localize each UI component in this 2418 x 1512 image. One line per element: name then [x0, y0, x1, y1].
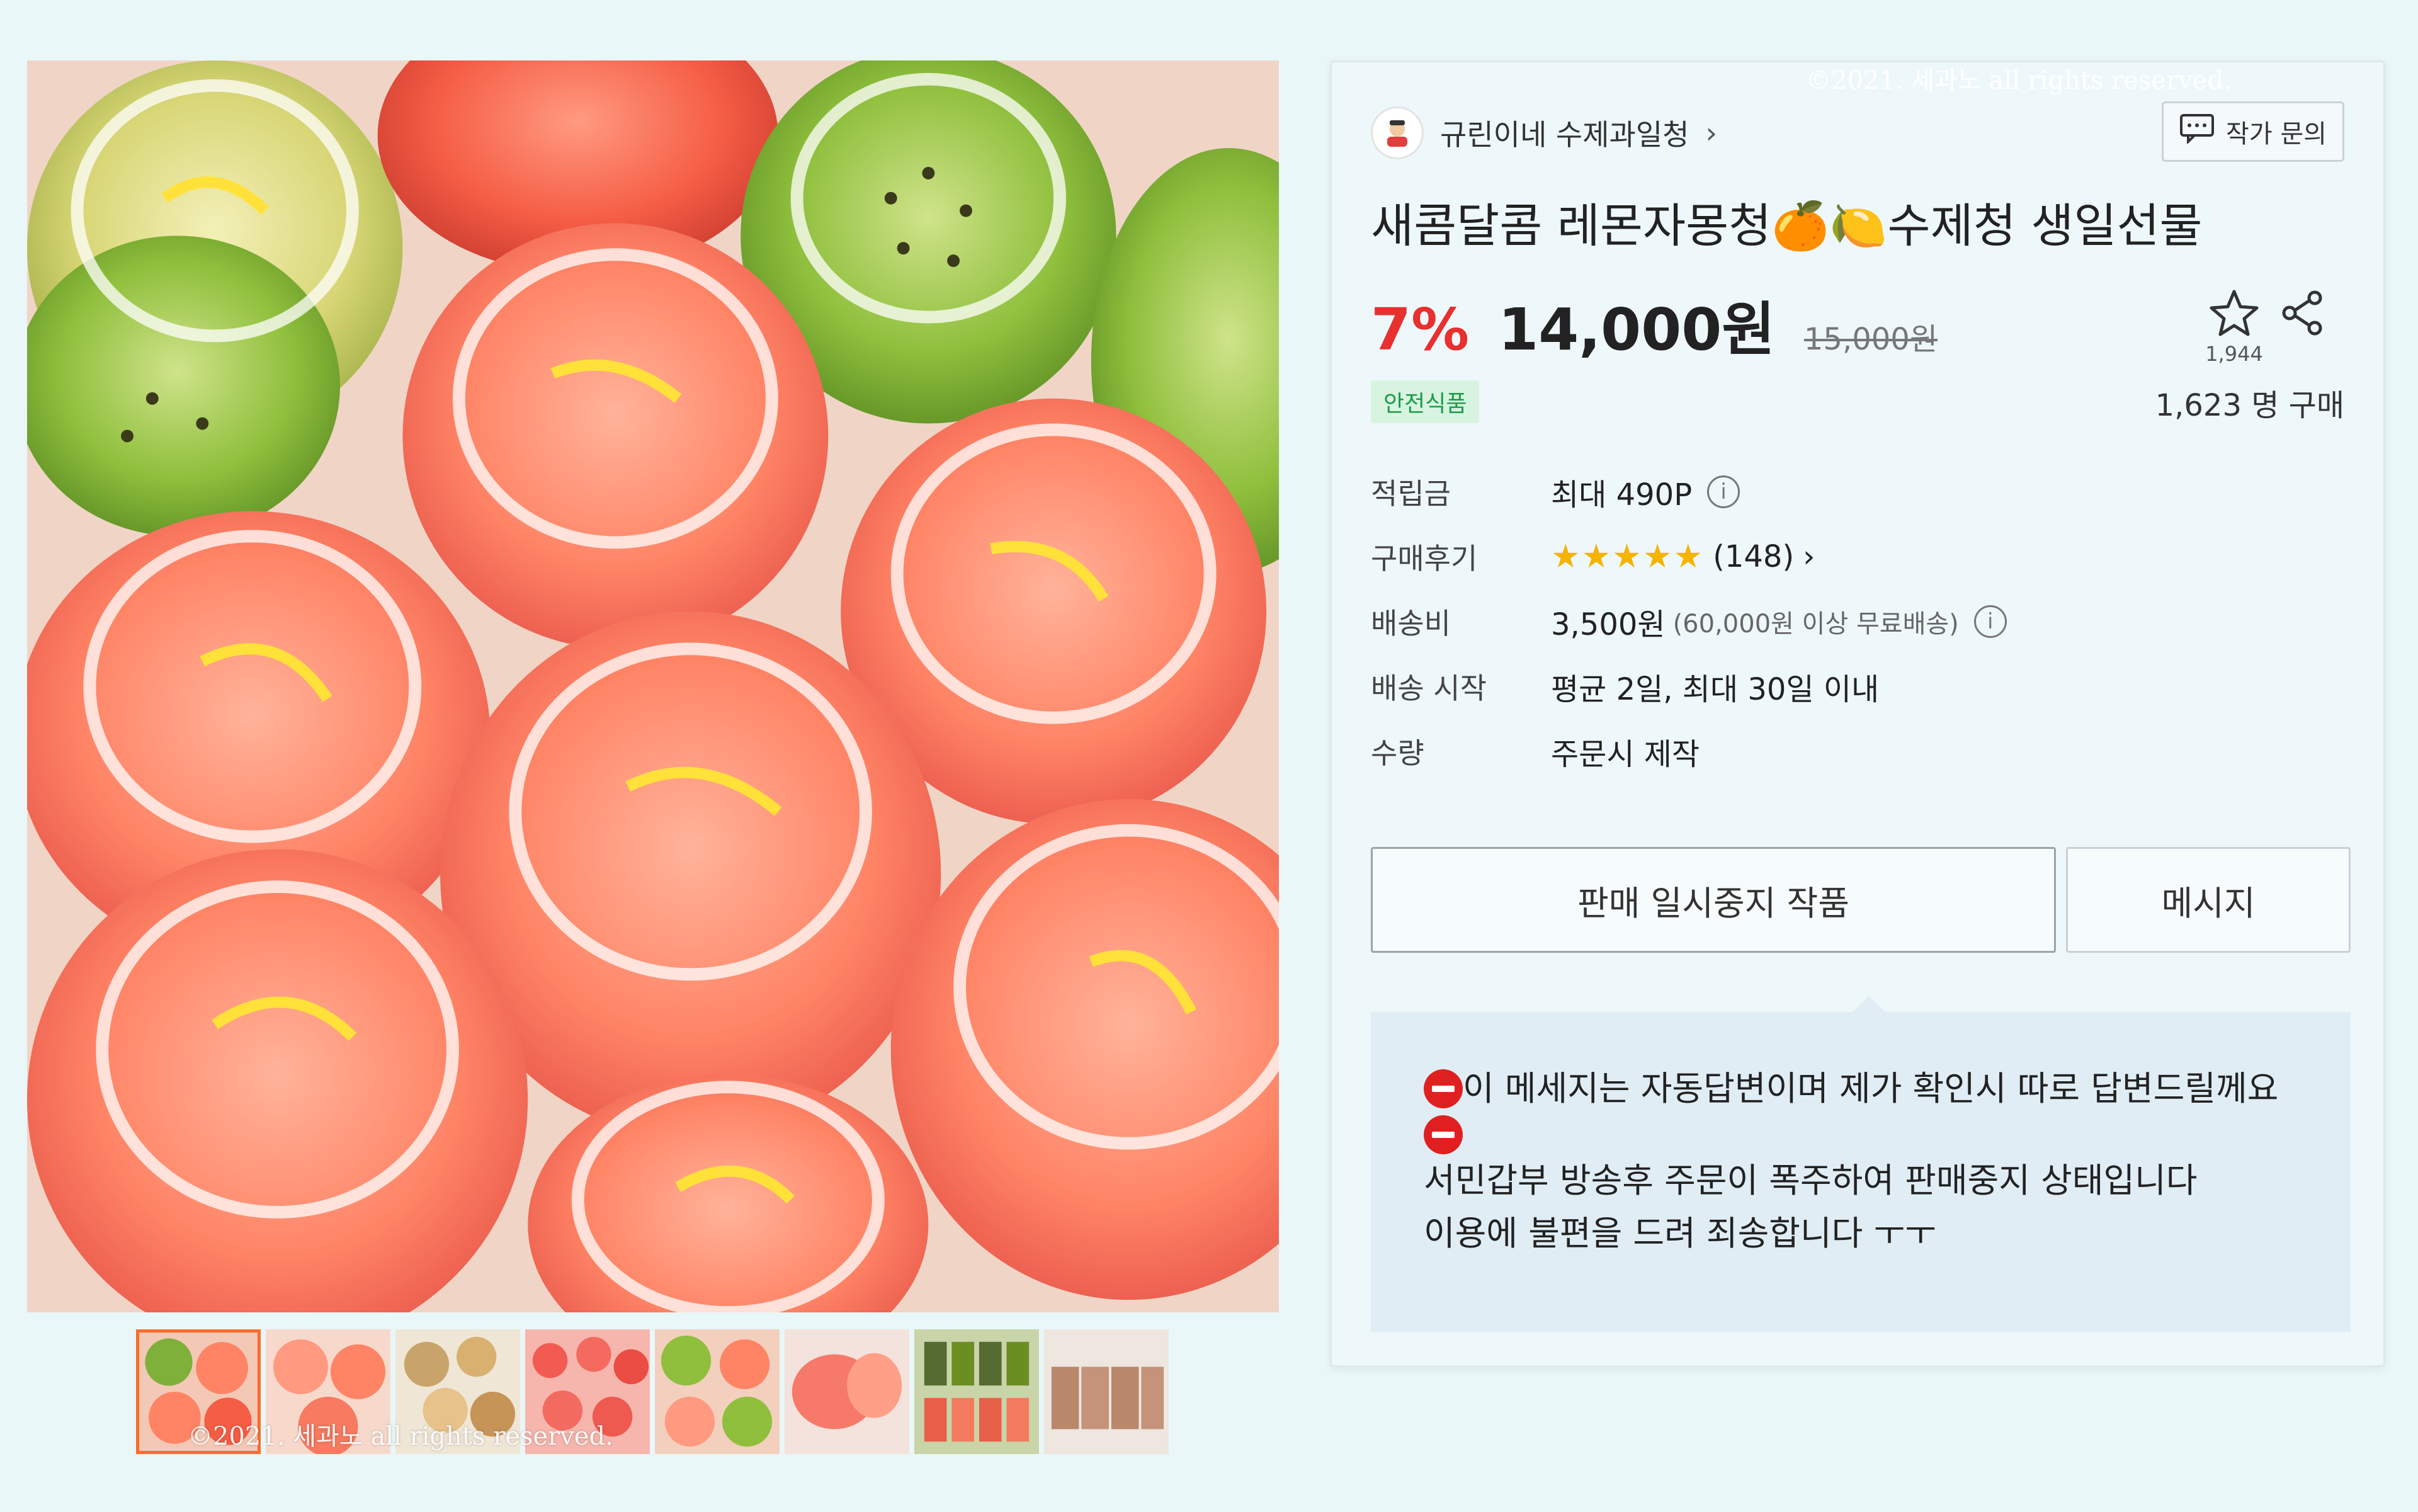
shop-logo: [1371, 106, 1424, 159]
thumbnail-5[interactable]: [655, 1329, 780, 1454]
share-icon: [2281, 290, 2325, 339]
points-label: 적립금: [1371, 476, 1451, 511]
review-row: 구매후기 ★★★★★ (148) ›: [1371, 524, 2007, 589]
shipping-value-wrap: 3,500원 (60,000원 이상 무료배송) i: [1551, 600, 2007, 644]
price-row: 7% 14,000원 15,000원: [1371, 283, 1938, 367]
favorite-button[interactable]: 1,944: [2203, 289, 2266, 366]
quantity-row: 수량 주문시 제작: [1371, 719, 2007, 783]
shipping-label: 배송비: [1371, 606, 1451, 640]
product-title: 새콤달콤 레몬자몽청🍊🍋수제청 생일선물: [1371, 199, 2203, 253]
chat-icon: [2179, 113, 2215, 150]
review-link[interactable]: ★★★★★ (148) ›: [1551, 538, 1815, 576]
points-row: 적립금 최대 490P i: [1371, 459, 2007, 524]
auto-reply-notice: 이 메세지는 자동답변이며 제가 확인시 따로 답변드릴께요 서민갑부 방송후 …: [1371, 996, 2351, 1332]
shipping-fee: 3,500원: [1551, 606, 1666, 642]
watermark-text: ©2021. 세과노 all rights reserved.: [188, 1422, 613, 1451]
free-shipping-note: (60,000원 이상 무료배송): [1672, 609, 1959, 639]
no-entry-icon: [1424, 1069, 1463, 1108]
main-product-photo: [27, 60, 1279, 1312]
shipping-row: 배송비 3,500원 (60,000원 이상 무료배송) i: [1371, 589, 2007, 654]
purchase-count: 1,623 명 구매: [2155, 388, 2344, 423]
thumbnail-6[interactable]: [785, 1329, 909, 1454]
jars-image: [27, 60, 1279, 1312]
info-icon[interactable]: i: [1707, 475, 1740, 508]
share-button[interactable]: [2281, 289, 2325, 339]
notice-text-1: 이 메세지는 자동답변이며 제가 확인시 따로 답변드릴께요: [1463, 1069, 2279, 1108]
original-price: 15,000원: [1803, 322, 1938, 357]
artist-inquiry-button[interactable]: 작가 문의: [2162, 101, 2344, 162]
product-info-card: 규린이네 수제과일청 › 작가 문의 새콤달콤 레몬자몽청🍊🍋수제청 생일선물 …: [1330, 60, 2385, 1367]
sale-price: 14,000원: [1498, 296, 1775, 363]
info-icon[interactable]: i: [1973, 605, 2007, 638]
discount-rate: 7%: [1371, 296, 1470, 363]
shop-link[interactable]: 규린이네 수제과일청 ›: [1371, 106, 1717, 159]
notice-line-1: 이 메세지는 자동답변이며 제가 확인시 따로 답변드릴께요: [1424, 1062, 2298, 1115]
message-button[interactable]: 메시지: [2066, 847, 2351, 953]
notice-line-2: [1424, 1115, 2298, 1154]
chevron-right-icon: ›: [1803, 538, 1815, 574]
thumbnail-7[interactable]: [914, 1329, 1039, 1454]
sale-paused-button[interactable]: 판매 일시중지 작품: [1371, 847, 2056, 953]
review-count: (148): [1713, 538, 1795, 574]
shop-name: 규린이네 수제과일청: [1440, 118, 1689, 152]
notice-line-4: 이용에 불편을 드려 죄송합니다 ㅜㅜ: [1424, 1214, 1936, 1253]
action-buttons: 판매 일시중지 작품 메시지: [1371, 847, 2351, 953]
thumbnail-8[interactable]: [1044, 1329, 1169, 1454]
quantity-label: 수량: [1371, 736, 1424, 770]
quantity-value: 주문시 제작: [1551, 736, 1700, 772]
inquiry-label: 작가 문의: [2226, 120, 2327, 149]
shipping-start-value: 평균 2일, 최대 30일 이내: [1551, 671, 1880, 707]
product-info-list: 적립금 최대 490P i 구매후기 ★★★★★ (148) › 배송비 3,5…: [1371, 459, 2007, 783]
no-entry-icon: [1424, 1115, 1463, 1154]
points-value: 최대 490P: [1551, 477, 1693, 513]
favorite-count: 1,944: [2205, 342, 2263, 366]
shipping-start-row: 배송 시작 평균 2일, 최대 30일 이내: [1371, 654, 2007, 719]
points-value-wrap: 최대 490P i: [1551, 470, 1740, 514]
chevron-right-icon: ›: [1705, 116, 1717, 150]
shipping-start-label: 배송 시작: [1371, 671, 1487, 705]
notice-line-3: 서민갑부 방송후 주문이 폭주하여 판매중지 상태입니다: [1424, 1161, 2198, 1200]
star-icon: [2209, 290, 2259, 339]
watermark-text: ©2021. 세과노 all rights reserved.: [1806, 66, 2232, 95]
rating-stars: ★★★★★: [1551, 537, 1705, 576]
safe-food-badge: 안전식품: [1371, 380, 1480, 423]
review-label: 구매후기: [1371, 541, 1478, 576]
